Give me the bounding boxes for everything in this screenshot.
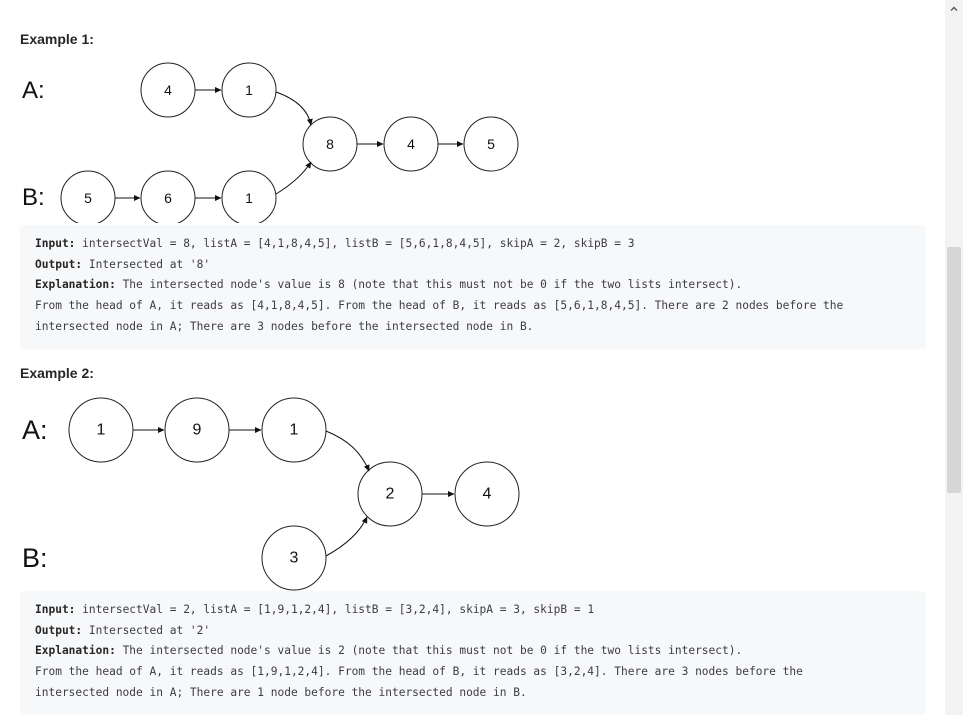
explanation-line: Explanation: The intersected node's valu… bbox=[35, 275, 911, 296]
node-value: 8 bbox=[326, 136, 334, 152]
list-node: 6 bbox=[140, 170, 196, 223]
arrow bbox=[325, 430, 370, 472]
explanation-value: The intersected node's value is 2 (note … bbox=[115, 644, 743, 658]
output-value: Intersected at '8' bbox=[82, 257, 211, 271]
list-node: 1 bbox=[261, 397, 327, 463]
list-node: 4 bbox=[383, 116, 439, 172]
list-b-label: B: bbox=[22, 543, 48, 573]
explanation-line: intersected node in A; There are 3 nodes… bbox=[35, 319, 534, 333]
node-value: 4 bbox=[483, 486, 492, 503]
list-node: 5 bbox=[463, 116, 519, 172]
vertical-scrollbar[interactable] bbox=[945, 0, 963, 715]
list-a-label: A: bbox=[22, 77, 45, 104]
explanation-key: Explanation: bbox=[35, 644, 116, 658]
input-key: Input: bbox=[35, 237, 76, 250]
list-node: 1 bbox=[221, 62, 277, 118]
page: Example 1: A: B: 4 1 8 4 5 5 6 1 Input: … bbox=[0, 0, 963, 715]
example-2-code-block: Input: intersectVal = 2, listA = [1,9,1,… bbox=[20, 591, 926, 715]
list-node: 5 bbox=[60, 170, 116, 223]
list-node: 1 bbox=[221, 170, 277, 223]
list-a-label: A: bbox=[22, 415, 48, 445]
explanation-key: Explanation: bbox=[35, 278, 116, 292]
explanation-line: Explanation: The intersected node's valu… bbox=[35, 641, 911, 662]
scrollbar-thumb[interactable] bbox=[947, 247, 961, 493]
output-key: Output: bbox=[35, 623, 83, 637]
list-node: 4 bbox=[454, 461, 520, 527]
problem-content: Example 1: A: B: 4 1 8 4 5 5 6 1 Input: … bbox=[0, 0, 945, 715]
list-node: 9 bbox=[164, 397, 230, 463]
list-node: 1 bbox=[68, 397, 134, 463]
scroll-up-button[interactable] bbox=[945, 0, 963, 18]
node-value: 4 bbox=[164, 82, 172, 98]
input-value: intersectVal = 8, listA = [4,1,8,4,5], l… bbox=[75, 237, 635, 250]
node-value: 5 bbox=[487, 136, 495, 152]
node-value: 1 bbox=[97, 422, 106, 439]
output-line: Output: Intersected at '8' bbox=[35, 255, 911, 276]
node-value: 1 bbox=[290, 422, 299, 439]
input-line: Input: intersectVal = 8, listA = [4,1,8,… bbox=[35, 234, 911, 255]
node-value: 1 bbox=[245, 82, 253, 98]
example-1-code-block: Input: intersectVal = 8, listA = [4,1,8,… bbox=[20, 225, 926, 349]
arrow bbox=[275, 91, 313, 126]
list-node: 4 bbox=[140, 62, 196, 118]
node-value: 5 bbox=[84, 190, 92, 206]
node-value: 4 bbox=[407, 136, 415, 152]
node-value: 9 bbox=[193, 422, 202, 439]
explanation-value: The intersected node's value is 8 (note … bbox=[115, 278, 743, 292]
node-value: 6 bbox=[164, 190, 172, 206]
input-value: intersectVal = 2, listA = [1,9,1,2,4], l… bbox=[75, 603, 595, 616]
example-1-diagram: A: B: 4 1 8 4 5 5 6 1 bbox=[22, 62, 519, 223]
arrow bbox=[325, 516, 368, 557]
arrow bbox=[275, 161, 312, 195]
output-value: Intersected at '2' bbox=[82, 623, 211, 637]
output-line: Output: Intersected at '2' bbox=[35, 621, 911, 642]
list-b-label: B: bbox=[22, 184, 45, 211]
node-value: 1 bbox=[245, 190, 253, 206]
example-1-title: Example 1: bbox=[20, 31, 94, 47]
example-2-diagram: A: B: 1 9 1 2 4 3 bbox=[22, 397, 520, 591]
output-key: Output: bbox=[35, 257, 83, 271]
input-key: Input: bbox=[35, 603, 76, 616]
list-node: 8 bbox=[302, 116, 358, 172]
node-value: 3 bbox=[290, 550, 299, 567]
chevron-up-icon bbox=[950, 6, 958, 11]
explanation-line: From the head of A, it reads as [1,9,1,2… bbox=[35, 665, 803, 679]
example-2-title: Example 2: bbox=[20, 365, 94, 381]
input-line: Input: intersectVal = 2, listA = [1,9,1,… bbox=[35, 600, 911, 621]
list-node: 3 bbox=[261, 525, 327, 591]
explanation-line: From the head of A, it reads as [4,1,8,4… bbox=[35, 299, 844, 313]
list-node: 2 bbox=[357, 461, 423, 527]
node-value: 2 bbox=[386, 486, 395, 503]
explanation-line: intersected node in A; There are 1 node … bbox=[35, 685, 527, 699]
